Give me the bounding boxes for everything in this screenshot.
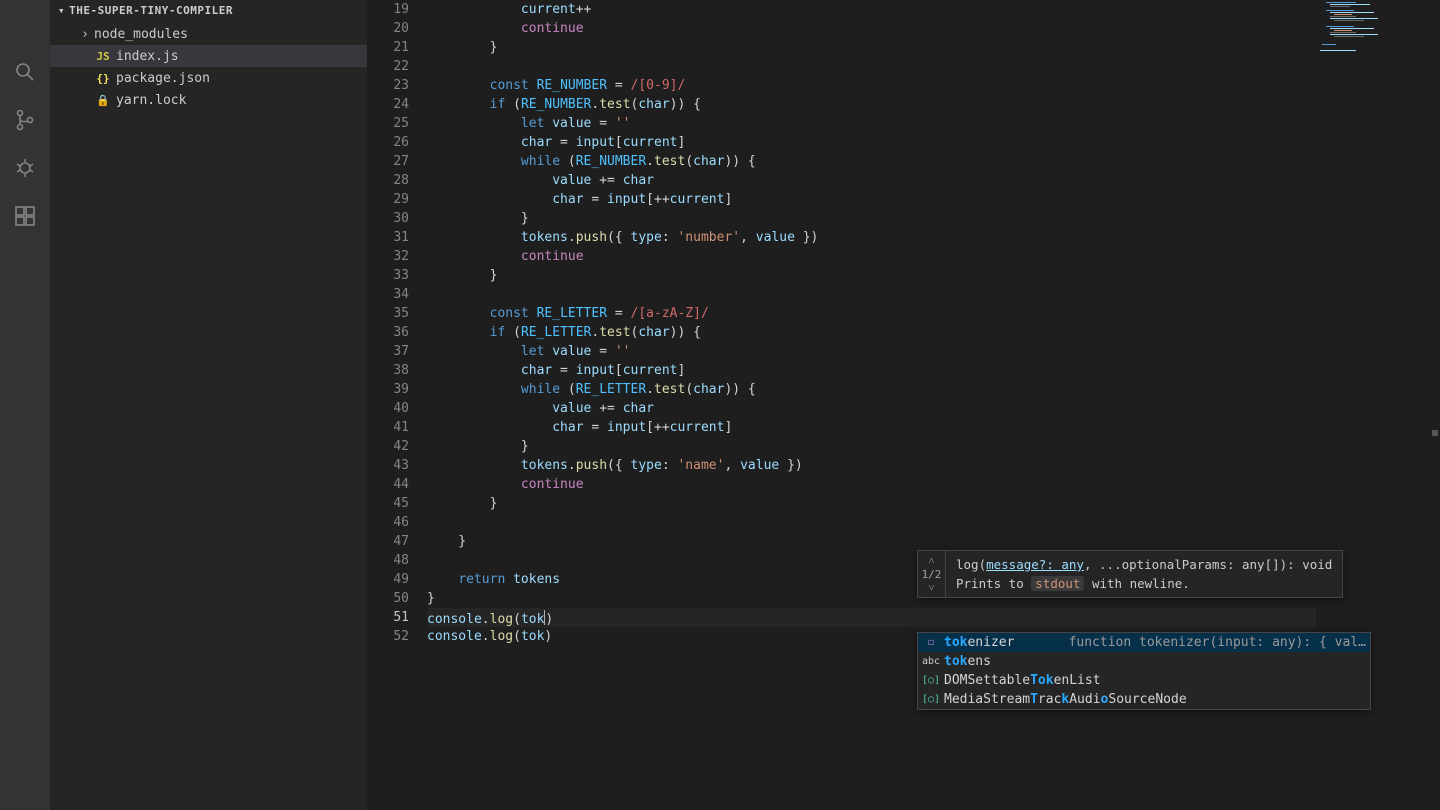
interface-icon: [○] <box>922 694 940 705</box>
function-icon: ◻ <box>922 637 940 648</box>
debug-icon[interactable] <box>0 144 50 192</box>
activity-bar <box>0 0 50 810</box>
pager-down-icon[interactable]: ˅ <box>928 581 934 595</box>
lock-file-icon: 🔒 <box>94 94 112 107</box>
tree-item-label: package.json <box>116 71 210 86</box>
tree-file-yarn-lock[interactable]: 🔒 yarn.lock <box>50 89 367 111</box>
pager-up-icon[interactable]: ˄ <box>928 554 934 568</box>
json-file-icon: {} <box>94 72 112 85</box>
overview-ruler[interactable] <box>1426 0 1440 810</box>
line-number-gutter: 1920212223242526272829303132333435363738… <box>367 0 427 810</box>
suggest-label: tokens <box>944 654 991 669</box>
tree-file-package-json[interactable]: {} package.json <box>50 67 367 89</box>
js-file-icon: JS <box>94 50 112 63</box>
explorer-header[interactable]: ▾ THE-SUPER-TINY-COMPILER <box>50 0 367 21</box>
suggest-item[interactable]: [○] MediaStreamTrackAudioSourceNode <box>918 690 1370 709</box>
suggest-item[interactable]: ◻ tokenizer function tokenizer(input: an… <box>918 633 1370 652</box>
suggest-label: DOMSettableTokenList <box>944 673 1101 688</box>
suggest-item[interactable]: abc tokens <box>918 652 1370 671</box>
source-control-icon[interactable] <box>0 96 50 144</box>
suggest-widget: ◻ tokenizer function tokenizer(input: an… <box>917 632 1371 710</box>
signature-help-widget: ˄ 1/2 ˅ log(message?: any, ...optionalPa… <box>917 550 1343 598</box>
tree-item-label: yarn.lock <box>116 93 186 108</box>
interface-icon: [○] <box>922 675 940 686</box>
text-icon: abc <box>922 656 940 667</box>
suggest-label: MediaStreamTrackAudioSourceNode <box>944 692 1187 707</box>
suggest-item[interactable]: [○] DOMSettableTokenList <box>918 671 1370 690</box>
tree-file-index-js[interactable]: JS index.js <box>50 45 367 67</box>
extensions-icon[interactable] <box>0 192 50 240</box>
explorer-sidebar: ▾ THE-SUPER-TINY-COMPILER › node_modules… <box>50 0 367 810</box>
project-name: THE-SUPER-TINY-COMPILER <box>69 4 233 17</box>
tree-item-label: index.js <box>116 49 179 64</box>
chevron-right-icon: › <box>78 27 92 42</box>
tree-folder-node-modules[interactable]: › node_modules <box>50 23 367 45</box>
chevron-down-icon: ▾ <box>58 4 65 17</box>
tree-item-label: node_modules <box>94 27 188 42</box>
signature-text: log(message?: any, ...optionalParams: an… <box>956 555 1332 574</box>
pager-count: 1/2 <box>922 568 942 581</box>
search-icon[interactable] <box>0 48 50 96</box>
editor[interactable]: 1920212223242526272829303132333435363738… <box>367 0 1440 810</box>
signature-pager: ˄ 1/2 ˅ <box>918 551 946 597</box>
suggest-label: tokenizer <box>944 635 1014 650</box>
signature-doc: Prints to stdout with newline. <box>956 574 1332 593</box>
file-tree: › node_modules JS index.js {} package.js… <box>50 21 367 810</box>
suggest-detail: function tokenizer(input: any): { val… <box>1014 635 1366 650</box>
